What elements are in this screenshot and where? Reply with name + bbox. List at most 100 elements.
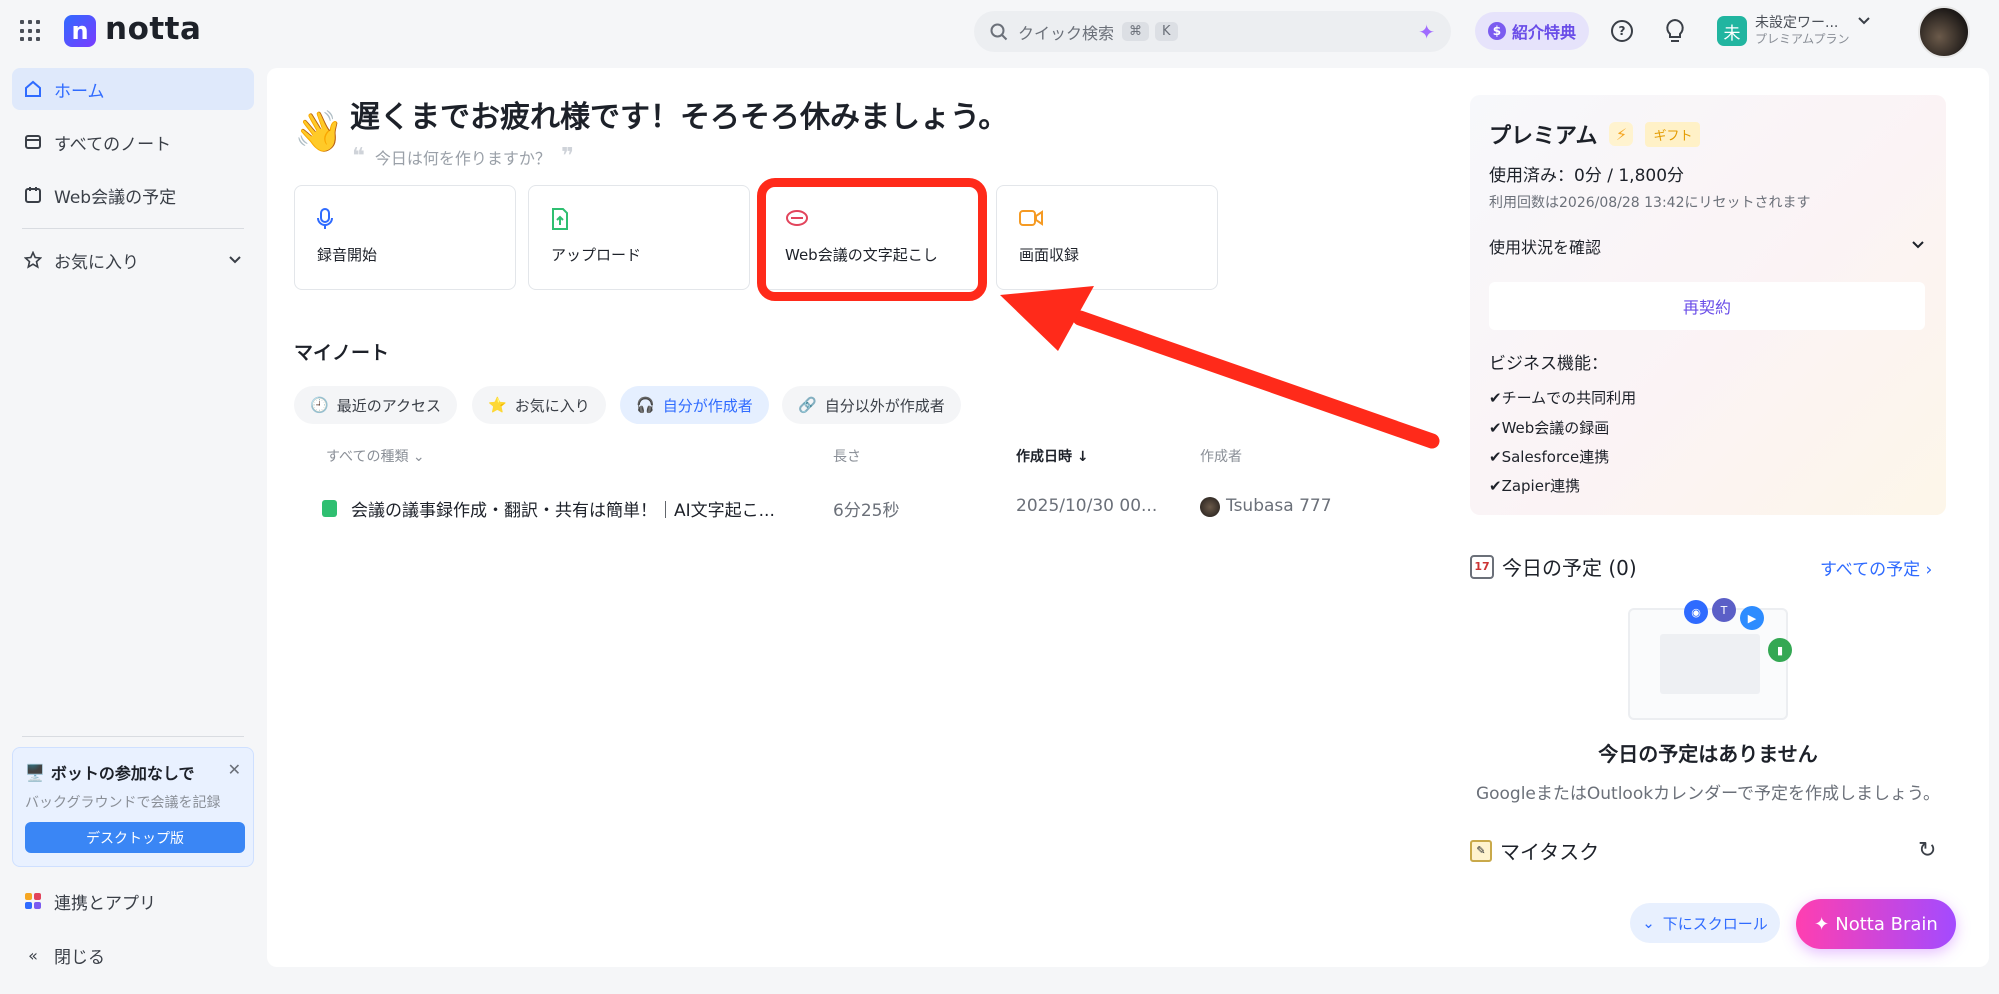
waving-hand-icon: 👋 <box>294 109 344 155</box>
column-header-type[interactable]: すべての種類 ⌄ <box>326 446 425 466</box>
microphone-icon <box>317 208 333 229</box>
referral-button[interactable]: $ 紹介特典 <box>1475 12 1589 50</box>
top-bar: n notta クイック検索 ⌘ K ✦ $ 紹介特典 ? 未 未設定ワー...… <box>0 0 1999 62</box>
sidebar-divider <box>22 736 244 737</box>
lightbulb-icon[interactable] <box>1664 18 1686 44</box>
check-usage-toggle[interactable]: 使用状況を確認 <box>1489 234 1925 258</box>
quick-search-input[interactable]: クイック検索 ⌘ K ✦ <box>974 11 1451 52</box>
zoom-app-icon: ◉ <box>1684 600 1708 624</box>
clock-icon: 🕘 <box>310 396 329 414</box>
video-icon <box>1019 210 1043 226</box>
screen-recording-card[interactable]: 画面収録 <box>996 185 1218 290</box>
brand-name[interactable]: notta <box>105 11 201 47</box>
renew-button[interactable]: 再契約 <box>1489 282 1925 330</box>
sidebar-item-web-meetings[interactable]: Web会議の予定 <box>12 174 254 216</box>
my-tasks-title: マイタスク <box>1500 840 1600 864</box>
chevron-down-icon <box>1912 241 1924 249</box>
ai-sparkle-icon[interactable]: ✦ <box>1418 20 1435 44</box>
annotation-highlight-box <box>757 178 987 301</box>
empty-schedule-illustration: ◉ T ▶ ▮ <box>1628 598 1792 720</box>
empty-schedule-title: 今日の予定はありません <box>1598 742 1818 766</box>
all-schedule-link[interactable]: すべての予定 › <box>1820 555 1932 580</box>
header-label: すべての種類 <box>326 449 409 465</box>
business-feature-item: ✔Salesforce連携 <box>1489 448 1610 466</box>
bot-card-title: ボットの参加なしで <box>50 764 195 783</box>
today-schedule-title: 今日の予定 (0) <box>1502 556 1637 580</box>
upload-card[interactable]: アップロード <box>528 185 750 290</box>
action-label: 画面収録 <box>1019 246 1080 264</box>
search-icon <box>990 23 1008 40</box>
bot-card-subtitle: バックグラウンドで会議を記録 <box>25 795 221 811</box>
note-length: 6分25秒 <box>833 501 900 521</box>
calendar-icon: 17 <box>1470 554 1494 579</box>
sidebar-item-label: 閉じる <box>54 947 105 968</box>
chevron-right-icon: › <box>1925 560 1933 580</box>
filter-created-by-others[interactable]: 🔗 自分以外が作成者 <box>782 386 961 424</box>
filter-recent-access[interactable]: 🕘 最近のアクセス <box>294 386 457 424</box>
video-call-icon: ▶ <box>1740 606 1764 630</box>
question-icon[interactable]: ? <box>1611 20 1633 42</box>
premium-title: プレミアム <box>1489 124 1598 149</box>
shortcut-key-cmd: ⌘ <box>1122 22 1150 41</box>
my-tasks-title-row: ✎ マイタスク <box>1470 836 1599 865</box>
apps-grid-icon <box>25 893 41 909</box>
sidebar-divider <box>22 228 244 229</box>
filter-label: 自分が作成者 <box>662 396 753 415</box>
column-header-created[interactable]: 作成日時 ↓ <box>1016 446 1089 466</box>
star-icon <box>24 251 42 269</box>
close-icon[interactable]: ✕ <box>228 760 241 779</box>
open-quote-icon: ❝ <box>352 144 365 169</box>
desktop-app-button[interactable]: デスクトップ版 <box>25 822 245 853</box>
filter-favorites[interactable]: ⭐ お気に入り <box>472 386 606 424</box>
sidebar-item-label: 連携とアプリ <box>54 893 156 914</box>
bot-free-recording-card: 🖥️ ボットの参加なしで ✕ バックグラウンドで会議を記録 デスクトップ版 <box>12 747 254 867</box>
link-icon: 🔗 <box>798 396 817 414</box>
chevron-down-icon <box>229 256 241 264</box>
sidebar-item-favorites[interactable]: お気に入り <box>12 239 254 281</box>
folder-icon <box>25 135 41 149</box>
premium-title-row: プレミアム ⚡ ギフト <box>1489 118 1701 150</box>
scroll-down-button[interactable]: ⌄ 下にスクロール <box>1630 903 1780 943</box>
column-header-length[interactable]: 長さ <box>833 446 861 466</box>
action-label: 録音開始 <box>317 246 378 264</box>
notta-logo-icon[interactable]: n <box>64 15 96 47</box>
lightning-icon: ⚡ <box>1609 122 1634 146</box>
teams-app-icon: T <box>1712 598 1736 622</box>
empty-schedule-subtitle: GoogleまたはOutlookカレンダーで予定を作成しましょう。 <box>1475 784 1941 804</box>
filter-created-by-me[interactable]: 🎧 自分が作成者 <box>620 386 769 424</box>
notta-brain-button[interactable]: ✦ Notta Brain <box>1796 899 1956 949</box>
start-recording-card[interactable]: 録音開始 <box>294 185 516 290</box>
filter-label: お気に入り <box>514 396 590 415</box>
user-avatar[interactable] <box>1918 6 1970 58</box>
filter-label: 自分以外が作成者 <box>824 396 945 415</box>
sidebar-item-home[interactable]: ホーム <box>12 68 254 110</box>
link-label: すべての予定 <box>1820 560 1921 580</box>
workspace-switcher[interactable]: 未 未設定ワー... プレミアムプラン <box>1705 8 1885 54</box>
header-label: 作成日時 <box>1016 449 1072 465</box>
sidebar-item-all-notes[interactable]: すべてのノート <box>12 121 254 163</box>
double-chevron-left-icon: « <box>28 945 38 965</box>
column-header-author[interactable]: 作成者 <box>1200 446 1242 466</box>
author-avatar <box>1200 497 1220 517</box>
my-notes-title: マイノート <box>294 342 390 364</box>
sidebar-collapse-button[interactable]: « 閉じる <box>12 934 254 976</box>
double-chevron-down-icon: ⌄ <box>1642 914 1655 932</box>
business-feature-item: ✔チームでの共同利用 <box>1489 389 1637 407</box>
note-author: Tsubasa 777 <box>1226 496 1332 516</box>
gift-badge[interactable]: ギフト <box>1645 121 1701 147</box>
app-grid-icon[interactable] <box>20 20 42 42</box>
upload-icon <box>552 208 568 230</box>
search-placeholder: クイック検索 <box>1018 23 1115 43</box>
headphones-icon: 🎧 <box>636 396 655 414</box>
refresh-icon[interactable]: ↻ <box>1918 838 1936 863</box>
memo-icon: ✎ <box>1470 839 1492 862</box>
filter-label: 最近のアクセス <box>336 396 441 415</box>
sidebar-item-integrations[interactable]: 連携とアプリ <box>12 880 254 922</box>
chevron-down-icon <box>1858 17 1871 25</box>
note-title[interactable]: 会議の議事録作成・翻訳・共有は簡単！｜AI文字起こ... <box>351 496 775 521</box>
greeting-prompt: ❝ 今日は何を作りますか？ ❞ <box>352 144 574 169</box>
sidebar-item-label: すべてのノート <box>54 134 172 155</box>
calendar-icon <box>25 187 41 203</box>
today-schedule-title-row: 17 今日の予定 (0) <box>1470 552 1637 581</box>
business-feature-item: ✔Zapier連携 <box>1489 477 1581 495</box>
